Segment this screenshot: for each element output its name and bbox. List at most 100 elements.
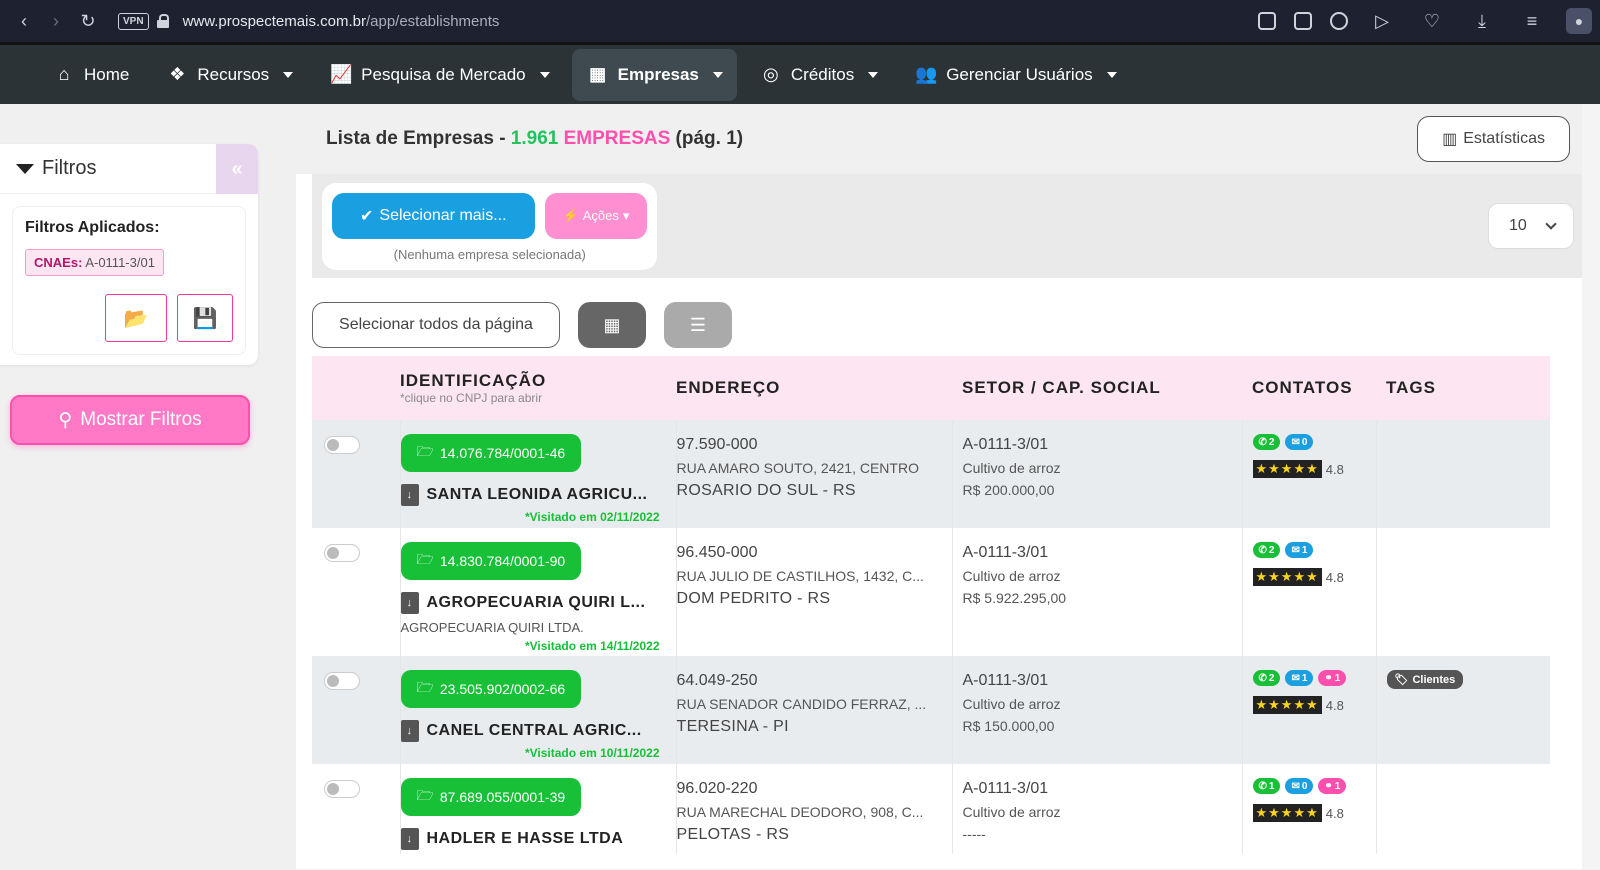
- cep: 96.020-220: [676, 780, 758, 797]
- select-cell: [312, 656, 401, 764]
- statistics-button[interactable]: ▥ Estatísticas: [1417, 116, 1570, 162]
- nav-usuarios[interactable]: 👥 Gerenciar Usuários: [900, 49, 1130, 101]
- visited-date: *Visitado em 02/11/2022: [524, 510, 660, 524]
- row-select-toggle[interactable]: [324, 544, 360, 562]
- cnae-filter-tag[interactable]: CNAEs: A-0111-3/01: [25, 249, 164, 276]
- select-cell: [312, 528, 401, 656]
- email-badge[interactable]: ✉ 0: [1285, 778, 1314, 794]
- page-scrollbar[interactable]: [1582, 104, 1600, 869]
- row-select-toggle[interactable]: [324, 672, 360, 690]
- cnpj-button[interactable]: 🗁 23.505.902/0002-66: [400, 670, 582, 708]
- address-cell: 96.450-000 RUA JULIO DE CASTILHOS, 1432,…: [676, 528, 953, 656]
- email-badge[interactable]: ✉ 1: [1285, 670, 1314, 686]
- phone-badge[interactable]: ✆ 1: [1252, 778, 1281, 794]
- open-folder-button[interactable]: 📂: [105, 294, 167, 342]
- nav-empresas-label: Empresas: [617, 64, 699, 84]
- company-count: 1.961: [510, 128, 559, 149]
- email-badge[interactable]: ✉ 1: [1285, 542, 1314, 558]
- nav-home[interactable]: ⌂ Home: [38, 49, 143, 101]
- folder-icon: 🗁: [416, 787, 434, 803]
- cep: 64.049-250: [676, 672, 758, 689]
- collapse-sidebar-button[interactable]: «: [216, 144, 258, 194]
- cnpj-button[interactable]: 🗁 14.830.784/0001-90: [400, 542, 582, 580]
- tags-cell: [1376, 528, 1550, 656]
- address-bar[interactable]: www.prospectemais.com.br/app/establishme…: [183, 13, 500, 30]
- cnae-filter-label: CNAEs:: [34, 255, 83, 270]
- vpn-badge[interactable]: VPN: [118, 12, 149, 30]
- forward-icon[interactable]: ›: [40, 11, 72, 32]
- link-badge[interactable]: ⚭ 1: [1318, 670, 1347, 686]
- nav-recursos-label: Recursos: [197, 64, 270, 84]
- file-download-icon[interactable]: ↓: [400, 484, 419, 506]
- show-filters-button[interactable]: ⚲ Mostrar Filtros: [10, 395, 250, 445]
- phone-badge[interactable]: ✆ 2: [1252, 542, 1281, 558]
- envelope-icon: ✉: [1291, 544, 1300, 556]
- per-page-value: 10: [1509, 217, 1527, 234]
- play-icon[interactable]: ▷: [1366, 11, 1398, 32]
- company-name-text: AGROPECUARIA QUIRI L...: [426, 594, 646, 611]
- caret-down-icon: ▾: [622, 207, 630, 223]
- cnpj-button[interactable]: 🗁 14.076.784/0001-46: [400, 434, 582, 472]
- phone-count: 2: [1268, 672, 1275, 684]
- download-icon[interactable]: ⤓: [1466, 11, 1498, 32]
- actions-dropdown-button[interactable]: ⚡ Ações ▾: [544, 192, 648, 239]
- contacts-cell: ✆ 2 ✉ 0 ★★★★★ 4.8: [1242, 420, 1377, 528]
- tag-pill[interactable]: 🏷 Clientes: [1386, 670, 1464, 689]
- visited-date: *Visitado em 10/11/2022: [524, 746, 660, 760]
- cnpj-button[interactable]: 🗁 87.689.055/0001-39: [400, 778, 582, 816]
- table-row: 🗁 14.076.784/0001-46 ↓ SANTA LEONIDA AGRIC…: [312, 420, 1550, 528]
- edit-icon[interactable]: [1258, 12, 1276, 30]
- home-icon: ⌂: [58, 64, 70, 84]
- file-download-icon[interactable]: ↓: [400, 720, 419, 742]
- nav-creditos[interactable]: ◎ Créditos: [745, 49, 892, 101]
- menu-icon[interactable]: ≡: [1516, 11, 1548, 32]
- phone-badge[interactable]: ✆ 2: [1252, 670, 1281, 686]
- selection-status: (Nenhuma empresa selecionada): [393, 246, 586, 262]
- file-download-icon[interactable]: ↓: [400, 828, 419, 850]
- nav-pesquisa[interactable]: 📈 Pesquisa de Mercado: [315, 49, 563, 101]
- tags-cell: [1376, 764, 1550, 854]
- row-select-toggle[interactable]: [324, 780, 360, 798]
- select-more-button[interactable]: ✔ Selecionar mais...: [332, 192, 535, 239]
- folder-icon: 🗁: [416, 679, 434, 695]
- email-count: 0: [1301, 780, 1308, 792]
- table-header-row: IDENTIFICAÇÃO *clique no CNPJ para abrir…: [312, 356, 1550, 420]
- phone-badge[interactable]: ✆ 2: [1252, 434, 1281, 450]
- select-all-page-button[interactable]: Selecionar todos da página: [312, 302, 560, 348]
- cnpj-text: 23.505.902/0002-66: [439, 681, 566, 697]
- address-cell: 97.590-000 RUA AMARO SOUTO, 2421, CENTRO…: [676, 420, 953, 528]
- link-count: 1: [1334, 672, 1341, 684]
- companies-table: IDENTIFICAÇÃO *clique no CNPJ para abrir…: [312, 356, 1550, 854]
- profile-icon[interactable]: ●: [1566, 8, 1592, 34]
- row-select-toggle[interactable]: [324, 436, 360, 454]
- activity: Cultivo de arroz: [962, 696, 1061, 712]
- grid-view-button[interactable]: ▦: [578, 302, 646, 348]
- folder-icon: 🗁: [416, 551, 434, 567]
- back-icon[interactable]: ‹: [8, 11, 40, 32]
- filter-title: Filtros: [0, 157, 96, 180]
- header-sector: SETOR / CAP. SOCIAL: [962, 378, 1161, 397]
- list-view-button[interactable]: ☰: [664, 302, 732, 348]
- stars-icon: ★★★★★: [1252, 804, 1322, 822]
- street: RUA SENADOR CANDIDO FERRAZ, ...: [676, 696, 927, 712]
- email-count: 0: [1301, 436, 1308, 448]
- save-filter-button[interactable]: 💾: [177, 294, 233, 342]
- social-capital: R$ 150.000,00: [962, 718, 1055, 734]
- per-page-select[interactable]: 10: [1488, 203, 1574, 249]
- link-icon: ⚭: [1324, 780, 1333, 792]
- filter-sidebar: Filtros « Filtros Aplicados: CNAEs: A-01…: [0, 104, 296, 869]
- close-circle-icon[interactable]: [1330, 12, 1348, 30]
- nav-recursos[interactable]: ❖ Recursos: [151, 49, 307, 101]
- main-content: Lista de Empresas - 1.961 EMPRESAS (pág.…: [296, 104, 1600, 869]
- nav-empresas[interactable]: ▦ Empresas: [571, 48, 737, 101]
- reload-icon[interactable]: ↻: [72, 11, 104, 32]
- camera-icon[interactable]: [1294, 12, 1312, 30]
- caret-down-icon: [539, 71, 550, 78]
- sector-cell: A-0111-3/01 Cultivo de arroz R$ 5.922.29…: [952, 528, 1243, 656]
- email-badge[interactable]: ✉ 0: [1285, 434, 1314, 450]
- link-badge[interactable]: ⚭ 1: [1318, 778, 1347, 794]
- file-download-icon[interactable]: ↓: [400, 592, 419, 614]
- heart-icon[interactable]: ♡: [1416, 11, 1448, 32]
- activity: Cultivo de arroz: [962, 568, 1061, 584]
- street: RUA JULIO DE CASTILHOS, 1432, C...: [676, 568, 924, 584]
